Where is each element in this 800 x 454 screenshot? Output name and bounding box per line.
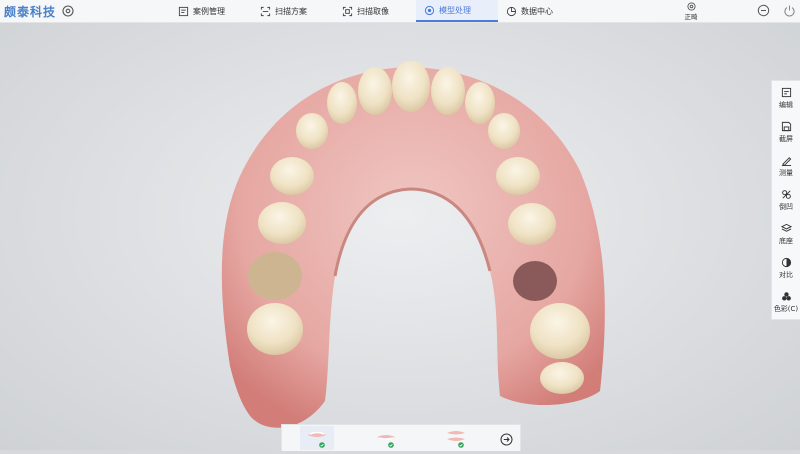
tab-scan-capture[interactable]: 扫描取像 xyxy=(334,0,397,22)
base-tool-button[interactable]: 底座 xyxy=(772,217,800,251)
tooth xyxy=(327,82,357,124)
contrast-icon xyxy=(781,257,791,267)
base-icon xyxy=(780,223,792,232)
color-tool-button[interactable]: 色彩(C) xyxy=(772,285,800,319)
tooth xyxy=(530,303,590,359)
tooth xyxy=(465,82,495,124)
tool-label: 编辑 xyxy=(779,100,793,109)
lower-jaw-thumbnail-icon xyxy=(377,435,395,448)
tooth xyxy=(496,157,540,195)
tool-label: 对比 xyxy=(779,270,793,279)
screenshot-tool-button[interactable]: 截屏 xyxy=(772,115,800,149)
case-icon xyxy=(178,6,189,16)
tooth xyxy=(248,252,302,300)
top-bar: 颇泰科技 案例管理 扫描方案 扫描取像 模型处理 数据中心 正畸 xyxy=(0,0,800,23)
tooth xyxy=(247,303,303,355)
measure-tool-button[interactable]: 测量 xyxy=(772,149,800,183)
edit-icon xyxy=(781,87,791,97)
tooth xyxy=(392,61,430,112)
undercut-tool-button[interactable]: 倒凹 xyxy=(772,183,800,217)
tool-label: 色彩(C) xyxy=(773,304,799,313)
tab-label: 数据中心 xyxy=(521,6,553,16)
tab-scan-plan[interactable]: 扫描方案 xyxy=(252,0,315,22)
gear-icon xyxy=(62,5,74,17)
orthodontic-view-label: 正畸 xyxy=(684,12,698,21)
measure-icon xyxy=(781,156,791,166)
tab-case-management[interactable]: 案例管理 xyxy=(170,0,233,22)
tab-label: 扫描取像 xyxy=(357,6,389,16)
tab-model-processing[interactable]: 模型处理 xyxy=(416,0,498,22)
edit-tool-button[interactable]: 编辑 xyxy=(772,81,800,115)
tool-label: 截屏 xyxy=(779,134,793,143)
settings-button[interactable] xyxy=(61,4,75,18)
screenshot-icon xyxy=(781,121,791,131)
contrast-tool-button[interactable]: 对比 xyxy=(772,251,800,285)
scan-capture-icon xyxy=(342,6,353,16)
tool-label: 倒凹 xyxy=(779,202,793,211)
tab-label: 扫描方案 xyxy=(275,6,307,16)
right-toolbar: 编辑 截屏 测量 倒凹 底座 对比 色彩(C) xyxy=(771,80,800,320)
3d-viewport[interactable] xyxy=(0,23,800,450)
orthodontic-view-button[interactable]: 正畸 xyxy=(680,0,702,22)
target-icon xyxy=(686,1,696,11)
tooth xyxy=(488,113,520,149)
data-center-icon xyxy=(506,6,517,16)
model-process-icon xyxy=(424,5,435,15)
tooth xyxy=(431,67,465,115)
tab-label: 案例管理 xyxy=(193,6,225,16)
arrow-right-circle-icon xyxy=(500,433,513,446)
extraction-socket xyxy=(513,261,557,301)
tooth xyxy=(540,362,584,394)
jaw-selector-strip xyxy=(281,424,521,451)
tool-label: 底座 xyxy=(779,236,793,245)
color-icon xyxy=(781,291,791,301)
power-button[interactable] xyxy=(783,4,796,17)
tooth xyxy=(258,202,306,244)
tab-data-center[interactable]: 数据中心 xyxy=(498,0,561,22)
minimize-icon xyxy=(757,4,770,17)
tab-label: 模型处理 xyxy=(439,5,471,15)
tooth xyxy=(358,67,392,115)
minimize-button[interactable] xyxy=(757,4,770,17)
tooth xyxy=(296,113,328,149)
scan-plan-icon xyxy=(260,6,271,16)
undercut-icon xyxy=(781,189,791,199)
dental-arch-model[interactable] xyxy=(200,61,620,441)
power-icon xyxy=(784,5,795,17)
lower-jaw-thumbnail[interactable] xyxy=(369,426,403,450)
tooth xyxy=(270,157,314,195)
tool-label: 测量 xyxy=(779,168,793,177)
app-logo: 颇泰科技 xyxy=(4,5,57,19)
upper-jaw-thumbnail[interactable] xyxy=(300,426,334,450)
tooth xyxy=(508,203,556,245)
upper-jaw-thumbnail-icon xyxy=(308,431,326,448)
bite-thumbnail[interactable] xyxy=(439,426,473,450)
bite-thumbnail-icon xyxy=(447,431,465,448)
next-step-button[interactable] xyxy=(500,431,513,446)
